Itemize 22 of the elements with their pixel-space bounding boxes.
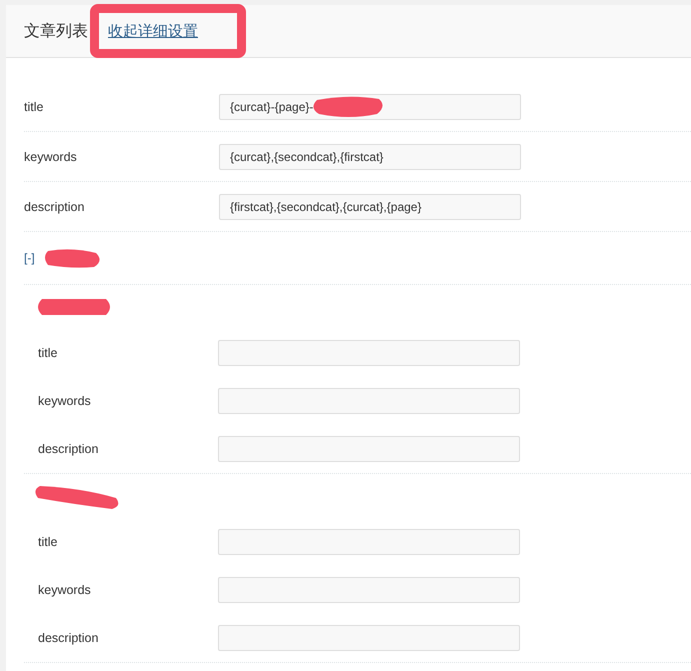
field-label: keywords (24, 150, 78, 164)
collapse-toggle[interactable]: [-] (24, 251, 35, 265)
field-label: description (38, 631, 100, 645)
redaction-mark (42, 247, 102, 269)
input-field[interactable]: {firstcat},{secondcat},{curcat},{page} (219, 194, 521, 220)
field-label: title (38, 346, 58, 360)
input-field[interactable]: {curcat},{secondcat},{firstcat} (219, 144, 521, 170)
input-field[interactable] (218, 529, 520, 555)
field-label: keywords (38, 394, 92, 408)
section-title: 文章列表 (24, 22, 88, 42)
input-field[interactable] (218, 388, 520, 414)
collapse-link[interactable]: 收起详细设置 (108, 22, 198, 40)
field-label: description (38, 442, 100, 456)
input-field[interactable] (218, 625, 520, 651)
input-field[interactable] (218, 436, 520, 462)
field-label: description (24, 200, 86, 214)
field-label: title (38, 535, 58, 549)
input-field[interactable] (218, 340, 520, 366)
input-field[interactable] (218, 577, 520, 603)
field-label: keywords (38, 583, 92, 597)
field-label: title (24, 100, 44, 114)
input-field[interactable]: {curcat}-{page}- (219, 94, 521, 120)
